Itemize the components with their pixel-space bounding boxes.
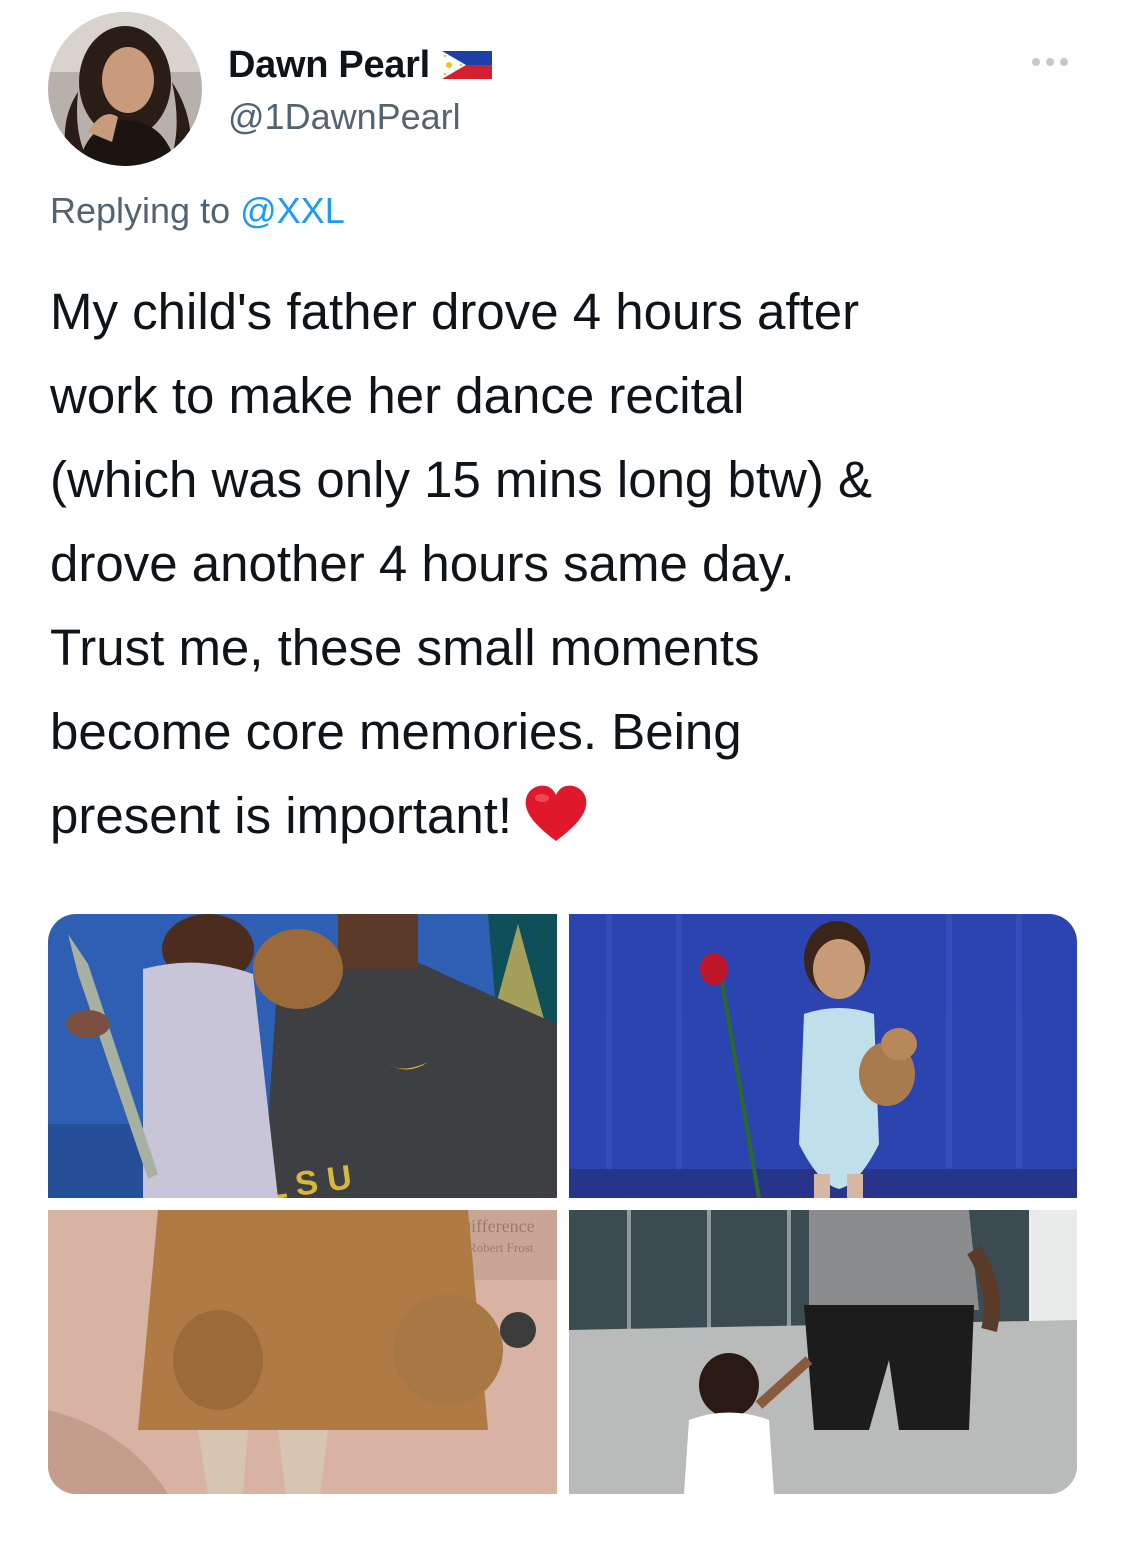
user-handle[interactable]: @1DawnPearl <box>228 96 461 138</box>
tweet-text: My child's father drove 4 hours after wo… <box>50 283 873 844</box>
replying-to-label: Replying to <box>50 190 231 231</box>
red-heart-icon <box>522 783 590 845</box>
philippines-flag-icon <box>441 51 492 79</box>
photo-father-daughter[interactable]: L S U <box>48 914 557 1198</box>
display-name-row: Dawn Pearl <box>228 40 492 90</box>
display-name[interactable]: Dawn Pearl <box>228 44 430 87</box>
svg-text:Robert Frost: Robert Frost <box>468 1240 534 1255</box>
reply-mention-link[interactable]: @XXL <box>240 190 345 231</box>
photo-father-holding-hand[interactable] <box>569 1210 1077 1494</box>
tweet-text-block: My child's father drove 4 hours after wo… <box>50 270 1090 858</box>
photo-girl-on-stage[interactable] <box>569 914 1077 1198</box>
photo-girl-holding-bears[interactable]: Difference Robert Frost <box>48 1210 557 1494</box>
replying-to: Replying to @XXL <box>50 190 345 232</box>
avatar[interactable] <box>48 12 202 166</box>
more-options-icon[interactable] <box>1025 48 1075 76</box>
media-grid: L S U Difference Robert Frost <box>48 914 1077 1494</box>
tweet: Dawn Pearl @1DawnPearl Replying to @XXL … <box>0 0 1125 1549</box>
